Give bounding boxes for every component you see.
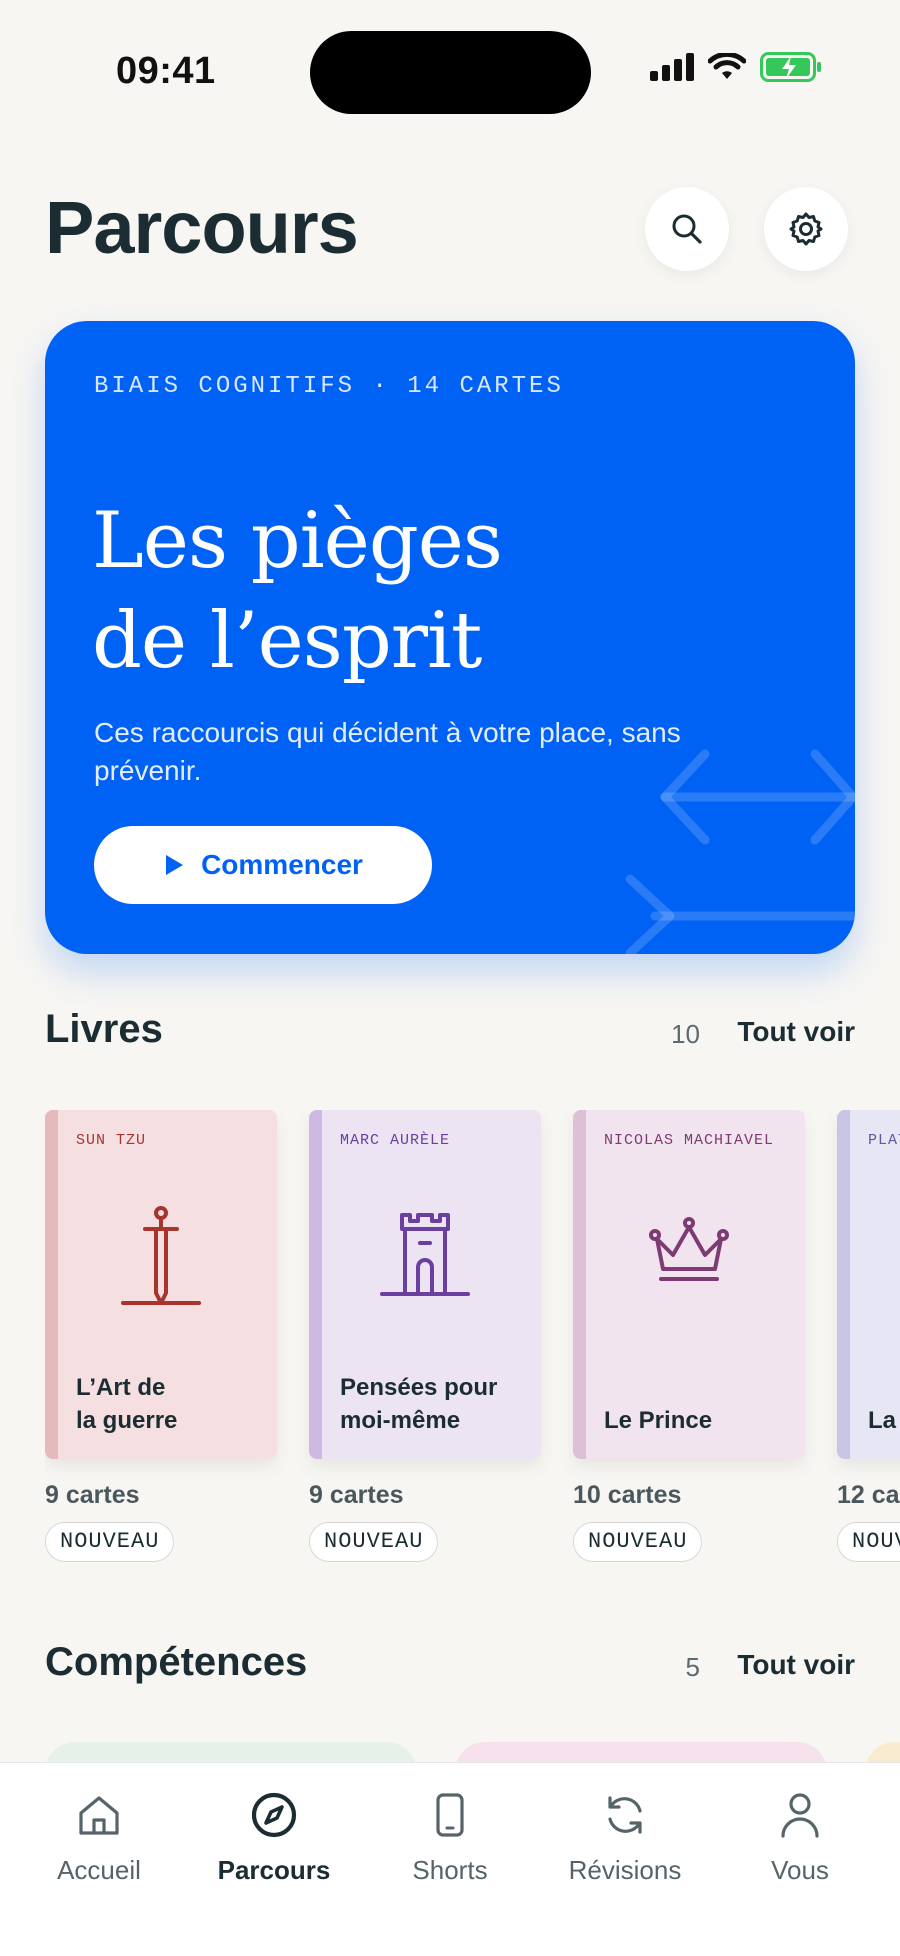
book-spine xyxy=(309,1110,322,1459)
book-title-line: La République xyxy=(868,1407,900,1434)
tab-label: Shorts xyxy=(412,1855,488,1885)
book-title-line: moi-même xyxy=(340,1407,461,1434)
battery-icon xyxy=(760,52,821,82)
skills-section-title: Compétences xyxy=(45,1640,308,1684)
search-button[interactable] xyxy=(645,187,729,271)
book-author: MARC AURÈLE xyxy=(340,1132,451,1149)
arrows-decoration-icon xyxy=(625,749,855,954)
status-icons xyxy=(650,52,822,82)
tab-label: Révisions xyxy=(568,1855,682,1885)
book-card-count: 9 cartes xyxy=(45,1481,140,1509)
book-spine xyxy=(45,1110,58,1459)
book-card[interactable]: PLATON La République 12 cartes NOUVEAU xyxy=(837,1110,900,1562)
book-title-line: Pensées pour xyxy=(340,1374,498,1401)
skills-count: 5 xyxy=(685,1652,700,1682)
new-badge: NOUVEAU xyxy=(573,1522,703,1562)
page-title: Parcours xyxy=(45,186,359,269)
new-badge: NOUVEAU xyxy=(837,1522,900,1562)
hero-title-line: de l’esprit xyxy=(92,596,482,686)
dynamic-island xyxy=(310,31,591,114)
play-icon xyxy=(166,855,184,875)
tab-label: Accueil xyxy=(57,1855,141,1885)
books-section-header: Livres 10 Tout voir xyxy=(45,1007,855,1067)
phone-icon xyxy=(436,1793,464,1837)
tab-profile[interactable]: Vous xyxy=(720,1789,880,1886)
sword-icon xyxy=(121,1206,201,1305)
book-card[interactable]: NICOLAS MACHIAVEL Le Prince 10 cartes NO… xyxy=(573,1110,805,1562)
start-button-label: Commencer xyxy=(201,849,363,880)
person-icon xyxy=(781,1793,819,1838)
start-button[interactable]: Commencer xyxy=(94,826,432,904)
book-card-count: 9 cartes xyxy=(309,1481,404,1509)
book-author: SUN TZU xyxy=(76,1132,147,1149)
book-title: L’Art de la guerre xyxy=(76,1371,266,1437)
book-title-line: L’Art de xyxy=(76,1374,166,1401)
hero-subtitle: Ces raccourcis qui décident à votre plac… xyxy=(94,717,681,786)
search-icon xyxy=(672,214,702,244)
book-cover[interactable]: NICOLAS MACHIAVEL Le Prince xyxy=(573,1110,805,1459)
book-card[interactable]: MARC AURÈLE Pensées pour moi-même 9 cart… xyxy=(309,1110,541,1562)
book-card[interactable]: SUN TZU L’Art de la guerre 9 cartes NOUV… xyxy=(45,1110,277,1562)
book-author: PLATON xyxy=(868,1132,900,1149)
book-cover[interactable]: MARC AURÈLE Pensées pour moi-même xyxy=(309,1110,541,1459)
new-badge: NOUVEAU xyxy=(309,1522,439,1562)
hero-card[interactable]: BIAIS COGNITIFS · 14 CARTES Les pièges d… xyxy=(45,321,855,954)
book-card-count: 10 cartes xyxy=(573,1481,682,1509)
book-author: NICOLAS MACHIAVEL xyxy=(604,1132,775,1149)
book-spine xyxy=(573,1110,586,1459)
books-carousel[interactable]: SUN TZU L’Art de la guerre 9 cartes NOUV… xyxy=(45,1110,900,1570)
cellular-signal-icon xyxy=(650,53,694,81)
refresh-icon xyxy=(608,1796,642,1834)
book-title: Pensées pour moi-même xyxy=(340,1371,530,1437)
book-cover[interactable]: PLATON La République xyxy=(837,1110,900,1459)
home-icon xyxy=(79,1796,119,1835)
book-title-line: Le Prince xyxy=(604,1407,713,1434)
hero-title-line: Les pièges xyxy=(92,496,503,586)
book-spine xyxy=(837,1110,850,1459)
tab-home[interactable]: Accueil xyxy=(19,1789,179,1886)
settings-button[interactable] xyxy=(764,187,848,271)
tab-label: Parcours xyxy=(217,1855,331,1885)
status-bar: 09:41 xyxy=(0,0,900,140)
book-card-count: 12 cartes xyxy=(837,1481,900,1509)
tab-parcours[interactable]: Parcours xyxy=(194,1789,354,1886)
new-badge: NOUVEAU xyxy=(45,1522,175,1562)
gear-icon xyxy=(789,212,823,246)
books-count: 10 xyxy=(671,1019,700,1049)
compass-icon xyxy=(251,1792,297,1838)
book-title: La République xyxy=(868,1404,900,1437)
tab-label: Vous xyxy=(771,1855,829,1885)
book-title: Le Prince xyxy=(604,1404,794,1437)
books-see-all-link[interactable]: Tout voir xyxy=(737,1016,855,1048)
book-title-line: la guerre xyxy=(76,1407,178,1434)
tab-bar: Accueil Parcours Shorts Révisions Vous xyxy=(0,1762,900,1956)
tab-revisions[interactable]: Révisions xyxy=(545,1789,705,1886)
hero-title: Les pièges de l’esprit xyxy=(92,491,692,691)
skills-section-header: Compétences 5 Tout voir xyxy=(45,1640,855,1700)
book-cover[interactable]: SUN TZU L’Art de la guerre xyxy=(45,1110,277,1459)
books-section-title: Livres xyxy=(45,1007,163,1051)
tower-icon xyxy=(380,1213,470,1296)
wifi-icon xyxy=(708,53,746,79)
hero-eyebrow: BIAIS COGNITIFS · 14 CARTES xyxy=(94,373,564,400)
tab-shorts[interactable]: Shorts xyxy=(370,1789,530,1886)
crown-icon xyxy=(649,1217,729,1281)
status-time: 09:41 xyxy=(116,50,216,92)
skills-see-all-link[interactable]: Tout voir xyxy=(737,1649,855,1681)
